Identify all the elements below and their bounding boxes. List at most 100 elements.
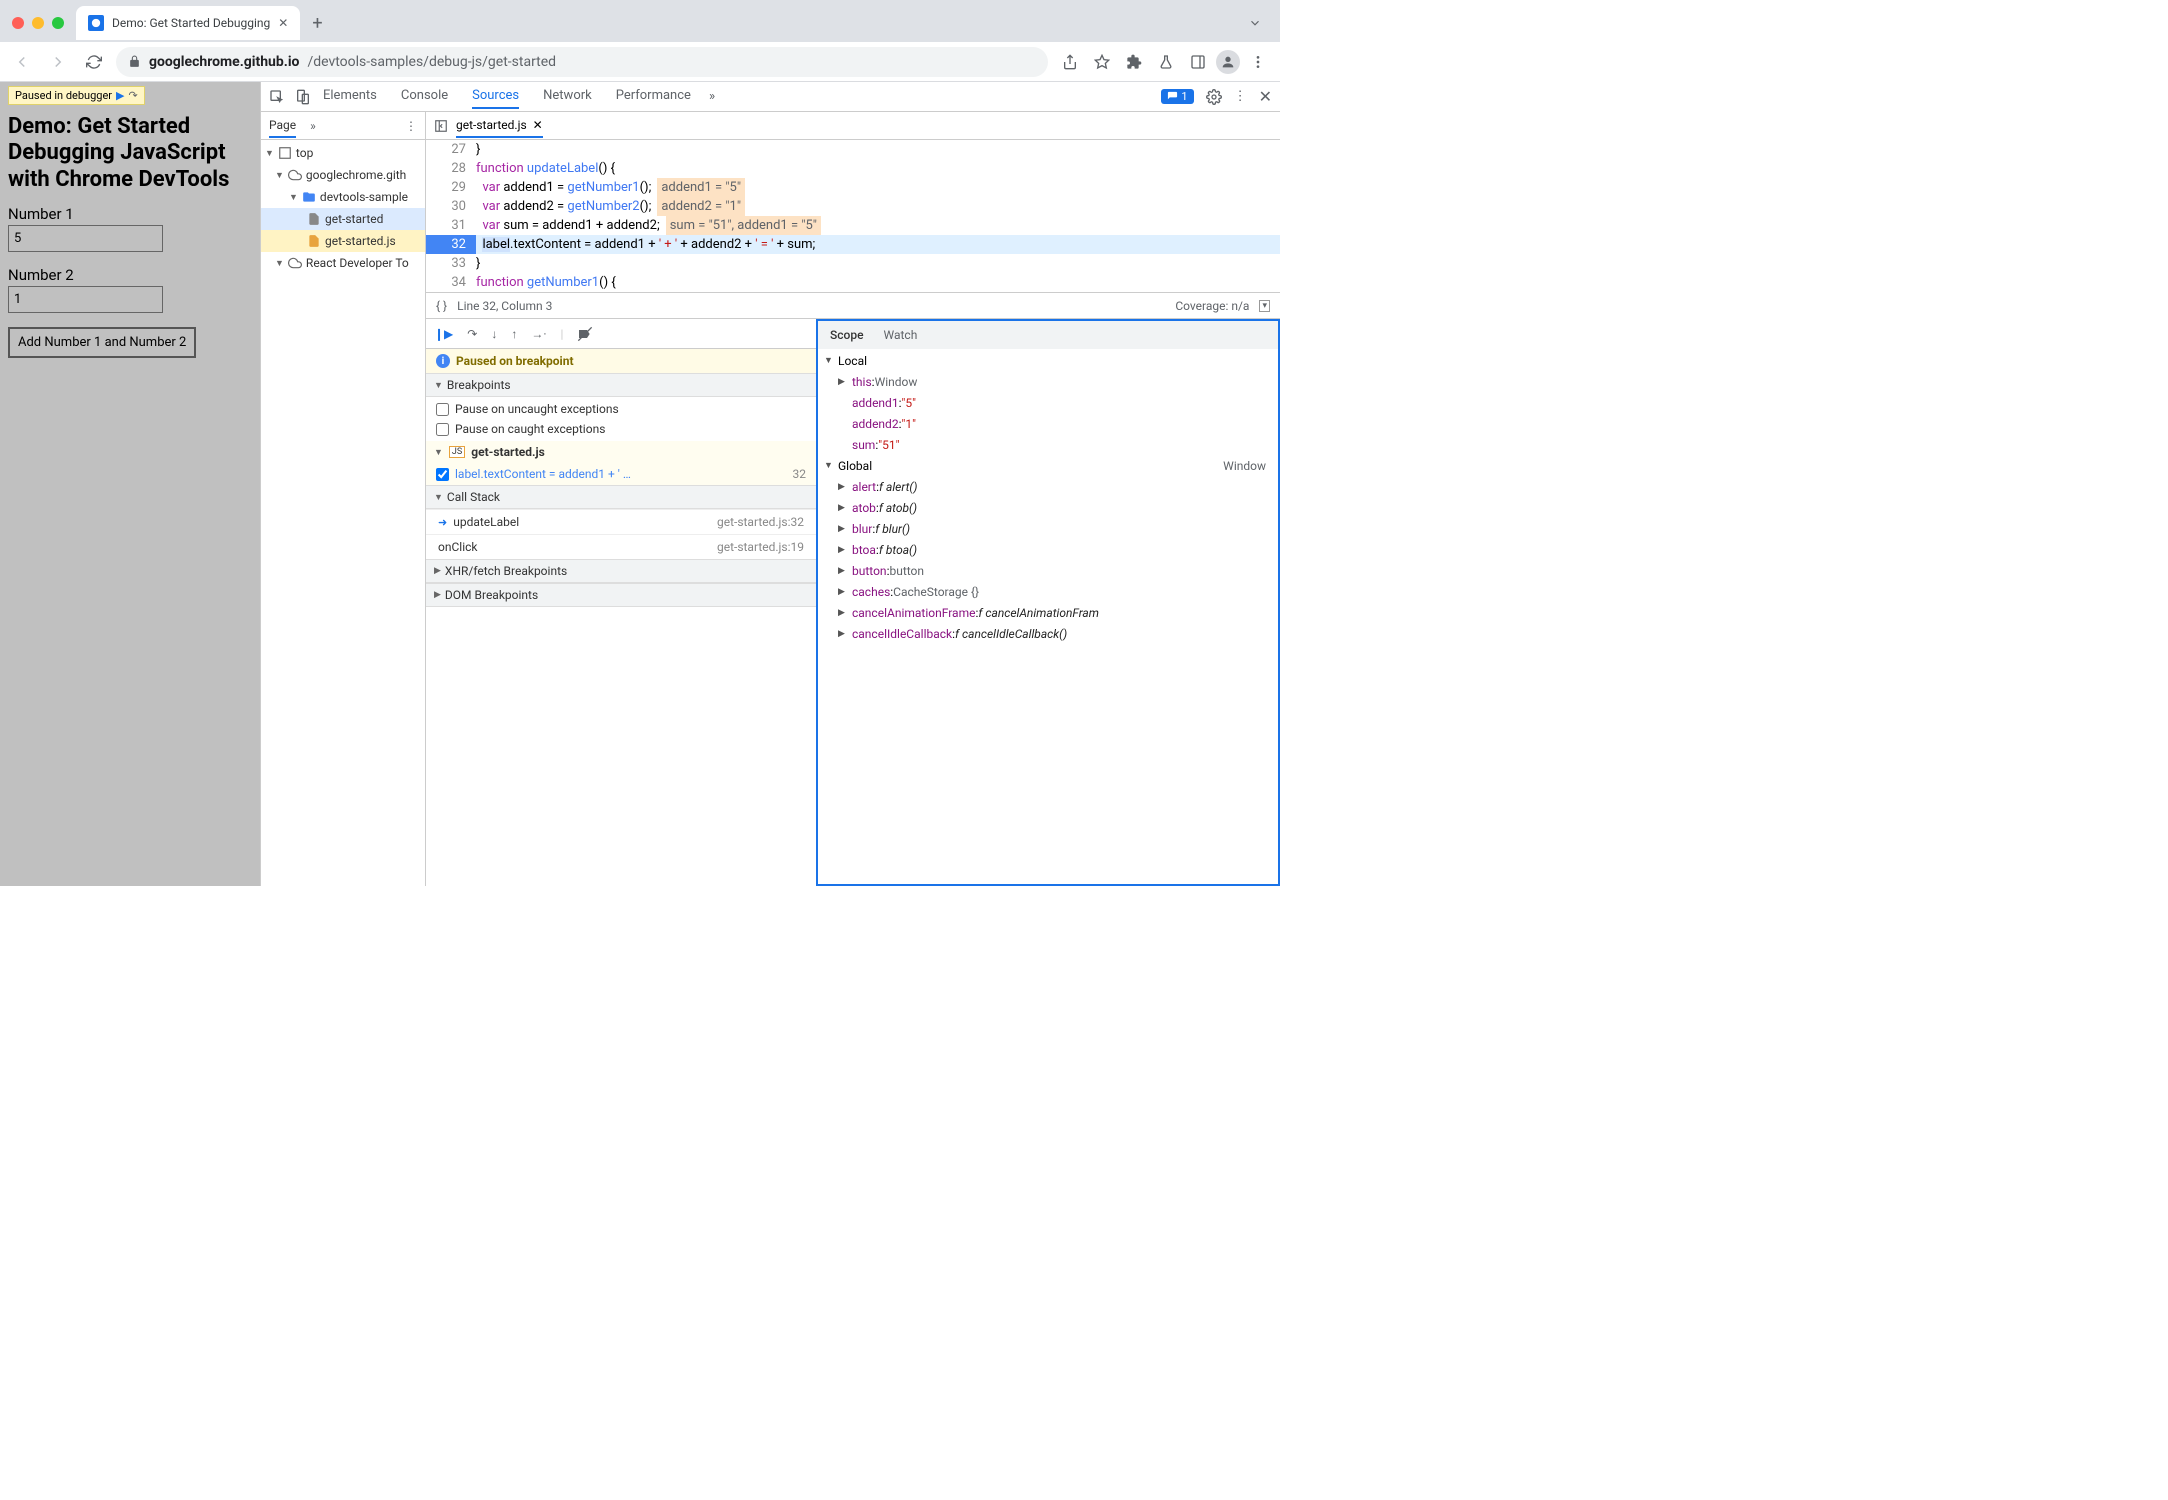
code-editor[interactable]: 27}28function updateLabel() {29 var adde… xyxy=(426,140,1280,292)
close-tab-button[interactable]: ✕ xyxy=(278,16,288,30)
editor-tab[interactable]: get-started.js ✕ xyxy=(456,114,543,138)
navigator-item[interactable]: ▼top xyxy=(261,142,425,164)
scope-row[interactable]: ▶cancelAnimationFrame: f cancelAnimation… xyxy=(818,603,1278,624)
navigator-item[interactable]: get-started.js xyxy=(261,230,425,252)
code-line-29[interactable]: 29 var addend1 = getNumber1();addend1 = … xyxy=(426,178,1280,197)
bookmark-button[interactable] xyxy=(1088,48,1116,76)
maximize-window-button[interactable] xyxy=(52,17,64,29)
pause-uncaught-checkbox[interactable] xyxy=(436,403,449,416)
settings-icon[interactable] xyxy=(1206,89,1222,105)
toggle-navigator-icon[interactable] xyxy=(434,119,448,133)
devtools-tab-sources[interactable]: Sources xyxy=(472,84,519,109)
cloud-icon xyxy=(288,256,302,270)
breakpoint-file-header[interactable]: ▼JSget-started.js xyxy=(426,441,816,463)
scope-row[interactable]: ▶alert: f alert() xyxy=(818,477,1278,498)
navigator-item[interactable]: ▼React Developer To xyxy=(261,252,425,274)
xhr-breakpoints-section[interactable]: ▶XHR/fetch Breakpoints xyxy=(426,559,816,583)
code-line-30[interactable]: 30 var addend2 = getNumber2();addend2 = … xyxy=(426,197,1280,216)
close-file-button[interactable]: ✕ xyxy=(533,118,543,132)
step-over-button[interactable]: ↷ xyxy=(467,327,477,341)
deactivate-breakpoints-button[interactable] xyxy=(577,326,593,342)
labs-button[interactable] xyxy=(1152,48,1180,76)
extensions-button[interactable] xyxy=(1120,48,1148,76)
step-over-icon[interactable]: ↷ xyxy=(129,89,138,102)
dom-breakpoints-section[interactable]: ▶DOM Breakpoints xyxy=(426,583,816,607)
new-tab-button[interactable]: + xyxy=(312,13,322,34)
devtools: Elements Console Sources Network Performance… xyxy=(260,82,1280,886)
callstack-frame[interactable]: onClickget-started.js:19 xyxy=(426,534,816,559)
debugger-sidebar: ❙▶ ↷ ↓ ↑ →· | i Paused on breakpoint xyxy=(426,319,816,886)
navigator-page-tab[interactable]: Page xyxy=(269,118,296,138)
code-line-27[interactable]: 27} xyxy=(426,140,1280,159)
doc-icon xyxy=(307,212,321,226)
watch-tab[interactable]: Watch xyxy=(884,328,918,342)
browser-tab[interactable]: Demo: Get Started Debugging ✕ xyxy=(76,6,300,40)
minimize-window-button[interactable] xyxy=(32,17,44,29)
console-messages-badge[interactable]: 1 xyxy=(1161,89,1193,104)
scope-row[interactable]: ▶this: Window xyxy=(818,372,1278,393)
code-line-32[interactable]: 32 label.textContent = addend1 + ' + ' +… xyxy=(426,235,1280,254)
navigator-item[interactable]: ▼googlechrome.gith xyxy=(261,164,425,186)
inspect-icon[interactable] xyxy=(269,89,285,105)
close-devtools-button[interactable]: ✕ xyxy=(1259,87,1272,106)
page-heading: Demo: Get Started Debugging JavaScript w… xyxy=(8,114,252,193)
close-window-button[interactable] xyxy=(12,17,24,29)
resume-icon[interactable]: ▶ xyxy=(116,89,124,102)
share-button[interactable] xyxy=(1056,48,1084,76)
reload-button[interactable] xyxy=(80,48,108,76)
paused-in-debugger-badge: Paused in debugger ▶ ↷ xyxy=(8,86,145,105)
scope-row[interactable]: ▶caches: CacheStorage {} xyxy=(818,582,1278,603)
breakpoint-row[interactable]: label.textContent = addend1 + ' … 32 xyxy=(426,463,816,485)
step-out-button[interactable]: ↑ xyxy=(511,327,517,341)
code-line-31[interactable]: 31 var sum = addend1 + addend2;sum = "51… xyxy=(426,216,1280,235)
profile-avatar[interactable] xyxy=(1216,50,1240,74)
step-button[interactable]: →· xyxy=(531,327,546,341)
more-tabs-button[interactable]: » xyxy=(709,89,715,104)
navigator-item[interactable]: ▼devtools-sample xyxy=(261,186,425,208)
devtools-menu-icon[interactable]: ⋮ xyxy=(1234,89,1247,104)
format-icon[interactable]: { } xyxy=(436,299,447,313)
navigator-menu-button[interactable]: ⋮ xyxy=(405,119,417,133)
code-line-34[interactable]: 34function getNumber1() { xyxy=(426,273,1280,292)
chrome-menu-button[interactable] xyxy=(1244,48,1272,76)
resume-button[interactable]: ❙▶ xyxy=(434,327,453,341)
devtools-tab-performance[interactable]: Performance xyxy=(616,84,691,109)
tab-strip: Demo: Get Started Debugging ✕ + xyxy=(0,0,1280,42)
forward-button[interactable] xyxy=(44,48,72,76)
devtools-tab-elements[interactable]: Elements xyxy=(323,84,377,109)
code-line-28[interactable]: 28function updateLabel() { xyxy=(426,159,1280,178)
device-toggle-icon[interactable] xyxy=(295,89,311,105)
breakpoints-section[interactable]: ▼Breakpoints xyxy=(426,373,816,397)
scope-row[interactable]: addend1: "5" xyxy=(818,393,1278,414)
devtools-tab-network[interactable]: Network xyxy=(543,84,592,109)
scope-row[interactable]: ▶btoa: f btoa() xyxy=(818,540,1278,561)
navigator-item[interactable]: get-started xyxy=(261,208,425,230)
number1-input[interactable] xyxy=(8,225,163,252)
coverage-label: Coverage: n/a xyxy=(1175,299,1249,313)
scope-row[interactable]: ▶button: button xyxy=(818,561,1278,582)
scope-tab[interactable]: Scope xyxy=(830,328,864,342)
number2-input[interactable] xyxy=(8,286,163,313)
tab-search-button[interactable] xyxy=(1238,10,1272,36)
scope-row[interactable]: ▼Local xyxy=(818,351,1278,372)
scope-row[interactable]: ▶cancelIdleCallback: f cancelIdleCallbac… xyxy=(818,624,1278,645)
code-line-33[interactable]: 33} xyxy=(426,254,1280,273)
scope-row[interactable]: ▶atob: f atob() xyxy=(818,498,1278,519)
callstack-section[interactable]: ▼Call Stack xyxy=(426,485,816,509)
navigator-more-button[interactable]: » xyxy=(310,119,316,133)
scope-row[interactable]: addend2: "1" xyxy=(818,414,1278,435)
callstack-frame[interactable]: updateLabelget-started.js:32 xyxy=(426,509,816,534)
address-bar[interactable]: googlechrome.github.io/devtools-samples/… xyxy=(116,47,1048,77)
add-button[interactable]: Add Number 1 and Number 2 xyxy=(8,327,196,358)
scope-row[interactable]: ▶blur: f blur() xyxy=(818,519,1278,540)
devtools-tab-console[interactable]: Console xyxy=(401,84,448,109)
side-panel-button[interactable] xyxy=(1184,48,1212,76)
scope-row[interactable]: ▼GlobalWindow xyxy=(818,456,1278,477)
url-host: googlechrome.github.io xyxy=(149,54,299,70)
step-into-button[interactable]: ↓ xyxy=(491,327,497,341)
coverage-toggle-icon[interactable]: ▾ xyxy=(1259,300,1270,312)
breakpoint-checkbox[interactable] xyxy=(436,468,449,481)
pause-caught-checkbox[interactable] xyxy=(436,423,449,436)
scope-row[interactable]: sum: "51" xyxy=(818,435,1278,456)
back-button[interactable] xyxy=(8,48,36,76)
